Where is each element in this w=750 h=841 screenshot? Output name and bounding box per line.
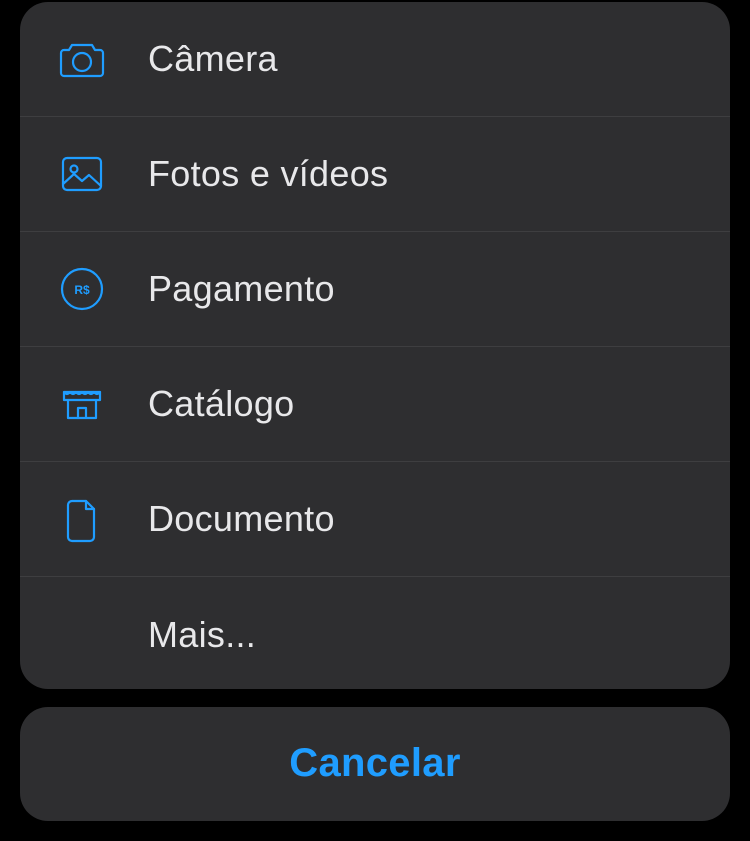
camera-icon <box>56 33 108 85</box>
document-icon <box>56 493 108 545</box>
menu-item-photos[interactable]: Fotos e vídeos <box>20 117 730 232</box>
menu-item-label: Fotos e vídeos <box>148 153 388 195</box>
cancel-button[interactable]: Cancelar <box>20 707 730 821</box>
menu-item-camera[interactable]: Câmera <box>20 2 730 117</box>
payment-brl-icon: R$ <box>56 263 108 315</box>
menu-item-payment[interactable]: R$ Pagamento <box>20 232 730 347</box>
menu-item-catalog[interactable]: Catálogo <box>20 347 730 462</box>
photos-icon <box>56 148 108 200</box>
catalog-icon <box>56 378 108 430</box>
attachment-menu: Câmera Fotos e vídeos R$ Pagamento <box>20 2 730 689</box>
menu-item-label: Mais... <box>148 614 256 656</box>
menu-item-label: Pagamento <box>148 268 335 310</box>
menu-item-label: Câmera <box>148 38 278 80</box>
menu-item-more[interactable]: Mais... <box>20 577 730 689</box>
menu-item-document[interactable]: Documento <box>20 462 730 577</box>
menu-item-label: Catálogo <box>148 383 295 425</box>
menu-item-label: Documento <box>148 498 335 540</box>
empty-icon-slot <box>56 609 108 661</box>
cancel-label: Cancelar <box>289 741 460 786</box>
svg-text:R$: R$ <box>74 283 90 297</box>
